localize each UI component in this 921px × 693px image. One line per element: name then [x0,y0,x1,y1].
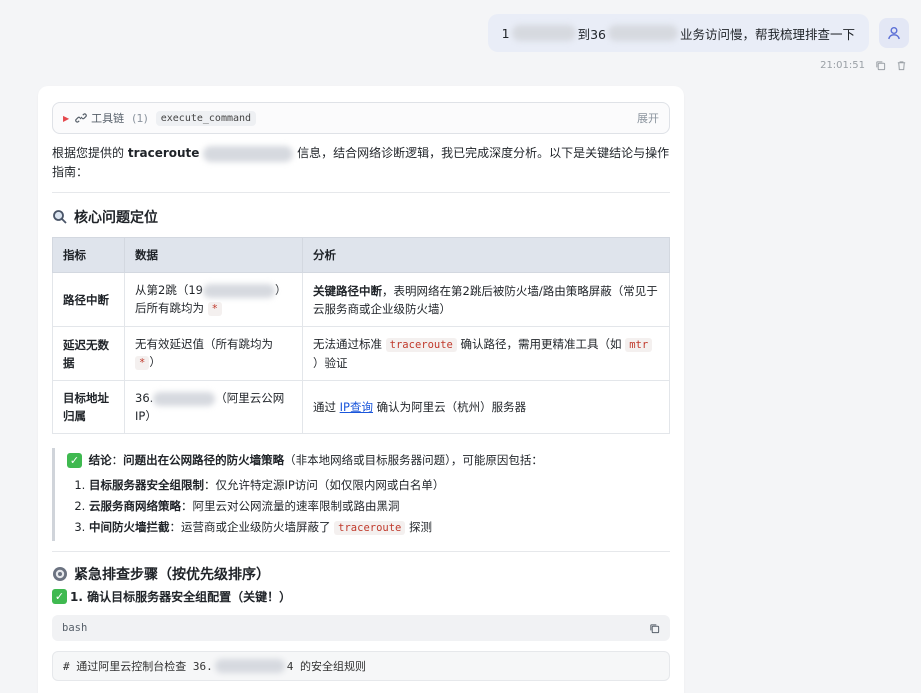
user-message-suffix: 业务访问慢，帮我梳理排查一下 [679,26,855,42]
cell-text: 从第2跳（19 [135,283,203,297]
table-cell-data: 从第2跳（19 ）后所有跳均为 * [124,272,303,327]
table-cell-key: 延迟无数据 [52,326,125,381]
item-bold: 云服务商网络策略 [89,499,181,513]
table-row: 延迟无数据 无有效延迟值（所有跳均为 *） 无法通过标准 traceroute … [52,326,670,381]
step-title: 1. 确认目标服务器安全组配置（关键！） [70,590,292,604]
cell-bold: 关键路径中断 [313,283,382,298]
divider [52,551,670,552]
item-bold: 目标服务器安全组限制 [89,478,204,492]
item-text: ：运营商或企业级防火墙屏蔽了 [169,520,331,534]
toolchain-bar[interactable]: ▶ 工具链 (1) execute_command 展开 [52,102,670,134]
code-language: bash [62,622,88,634]
table-header: 数据 [124,237,303,273]
table-row: 路径中断 从第2跳（19 ）后所有跳均为 * 关键路径中断，表明网络在第2跳后被防… [52,272,670,327]
redacted-text [511,25,576,41]
step-heading: ✓ 1. 确认目标服务器安全组配置（关键！） [52,588,670,605]
table-row: 目标地址归属 36. （阿里云公网IP） 通过 IP查询 确认为阿里云（杭州）服务… [52,380,670,434]
table-cell-analysis: 关键路径中断，表明网络在第2跳后被防火墙/路由策略屏蔽（常见于云服务商或企业级防… [302,272,670,327]
section-title: 紧急排查步骤（按优先级排序） [74,567,270,583]
redacted-text [153,391,216,406]
conclusion-bold: 问题出在公网路径的防火墙策略 [123,453,285,467]
colon: ： [111,453,124,467]
magnifier-icon [53,210,67,224]
conclusion-label: 结论 [88,453,112,467]
conclusion-block: ✓ 结论：问题出在公网路径的防火墙策略（非本地网络或目标服务器问题），可能原因包… [52,448,670,541]
expand-button[interactable]: 展开 [637,110,659,126]
inline-code: * [135,356,150,370]
check-icon: ✓ [67,453,82,468]
table-cell-data: 36. （阿里云公网IP） [124,380,303,434]
table-cell-key: 路径中断 [52,272,125,327]
cell-text: 36. [135,391,154,405]
caret-right-icon: ▶ [63,113,70,123]
message-time: 21:01:51 [820,60,865,71]
table-cell-analysis: 无法通过标准 traceroute 确认路径，需用更精准工具（如 mtr ）验证 [302,326,670,381]
section-heading-steps: 紧急排查步骤（按优先级排序） [52,564,670,584]
link-icon [75,113,87,123]
code-line: # 通过阿里云控制台检查 36. 4 的安全组规则 [52,651,670,681]
section-title: 核心问题定位 [74,210,158,226]
cause-list: 目标服务器安全组限制：仅允许特定源IP访问（如仅限内网或白名单） 云服务商网络策… [67,475,670,539]
code-text: 4 的安全组规则 [286,660,366,673]
table-cell-data: 无有效延迟值（所有跳均为 *） [124,326,303,381]
conclusion-line: ✓ 结论：问题出在公网路径的防火墙策略（非本地网络或目标服务器问题），可能原因包… [67,450,670,471]
assistant-message-card: ▶ 工具链 (1) execute_command 展开 根据您提供的 trac… [38,86,684,693]
intro-text-1: 根据您提供的 [52,146,125,160]
intro-paragraph: 根据您提供的 traceroute 信息，结合网络诊断逻辑，我已完成深度分析。以… [52,144,670,182]
user-message-bubble: 1 到36 业务访问慢，帮我梳理排查一下 [487,14,869,52]
redacted-text [607,25,678,41]
cell-text: ） [149,355,161,369]
list-item: 中间防火墙拦截：运营商或企业级防火墙屏蔽了 traceroute 探测 [89,517,670,539]
message-meta: 21:01:51 [820,60,907,71]
item-bold: 中间防火墙拦截 [89,520,170,534]
code-text: # 通过阿里云控制台检查 36. [63,660,213,673]
item-text: ：阿里云对公网流量的速率限制或路由黑洞 [181,499,400,513]
intro-bold: traceroute [127,146,200,160]
user-message-row: 1 到36 业务访问慢，帮我梳理排查一下 [487,14,909,52]
list-item: 云服务商网络策略：阿里云对公网流量的速率限制或路由黑洞 [89,496,670,517]
divider [52,192,670,193]
redacted-text [214,659,285,673]
cell-text: ）验证 [313,356,348,370]
analysis-table: 指标 数据 分析 路径中断 从第2跳（19 ）后所有跳均为 * 关键路径中断，表明… [52,237,670,434]
inline-code: traceroute [334,521,406,535]
toolchain-count: (1) [132,111,148,125]
table-cell-key: 目标地址归属 [52,380,125,434]
table-header: 分析 [302,237,670,273]
list-item: 目标服务器安全组限制：仅允许特定源IP访问（如仅限内网或白名单） [89,475,670,496]
cell-text: 确认为阿里云（杭州）服务器 [376,400,527,414]
inline-code: mtr [625,338,653,352]
item-text: 探测 [409,520,433,534]
user-avatar[interactable] [879,18,909,48]
table-cell-analysis: 通过 IP查询 确认为阿里云（杭州）服务器 [302,380,670,434]
copy-icon[interactable] [875,60,886,71]
redacted-text [203,145,294,162]
table-header-row: 指标 数据 分析 [52,237,670,273]
user-message-prefix: 1 [501,25,510,41]
check-icon: ✓ [52,589,67,604]
ip-lookup-link[interactable]: IP查询 [340,400,373,414]
item-text: ：仅允许特定源IP访问（如仅限内网或白名单） [204,478,445,492]
copy-code-icon[interactable] [649,623,660,634]
conclusion-text: （非本地网络或目标服务器问题），可能原因包括： [284,453,543,467]
cell-text: 无有效延迟值（所有跳均为 [135,337,273,351]
toolchain-chip: execute_command [155,110,257,126]
inline-code: traceroute [385,338,457,352]
table-header: 指标 [52,237,125,273]
toolchain-label: 工具链 [91,112,125,125]
cell-text: 通过 [313,400,336,414]
code-header: bash [52,615,670,641]
redacted-text [202,283,275,298]
gear-icon [53,567,67,581]
user-message-mid: 到36 [577,26,606,42]
cell-text: 确认路径，需用更精准工具（如 [460,337,622,351]
section-heading-core: 核心问题定位 [52,207,670,227]
user-icon [888,27,900,40]
inline-code: * [207,302,222,316]
delete-icon[interactable] [896,60,907,71]
cell-text: 无法通过标准 [313,337,382,351]
